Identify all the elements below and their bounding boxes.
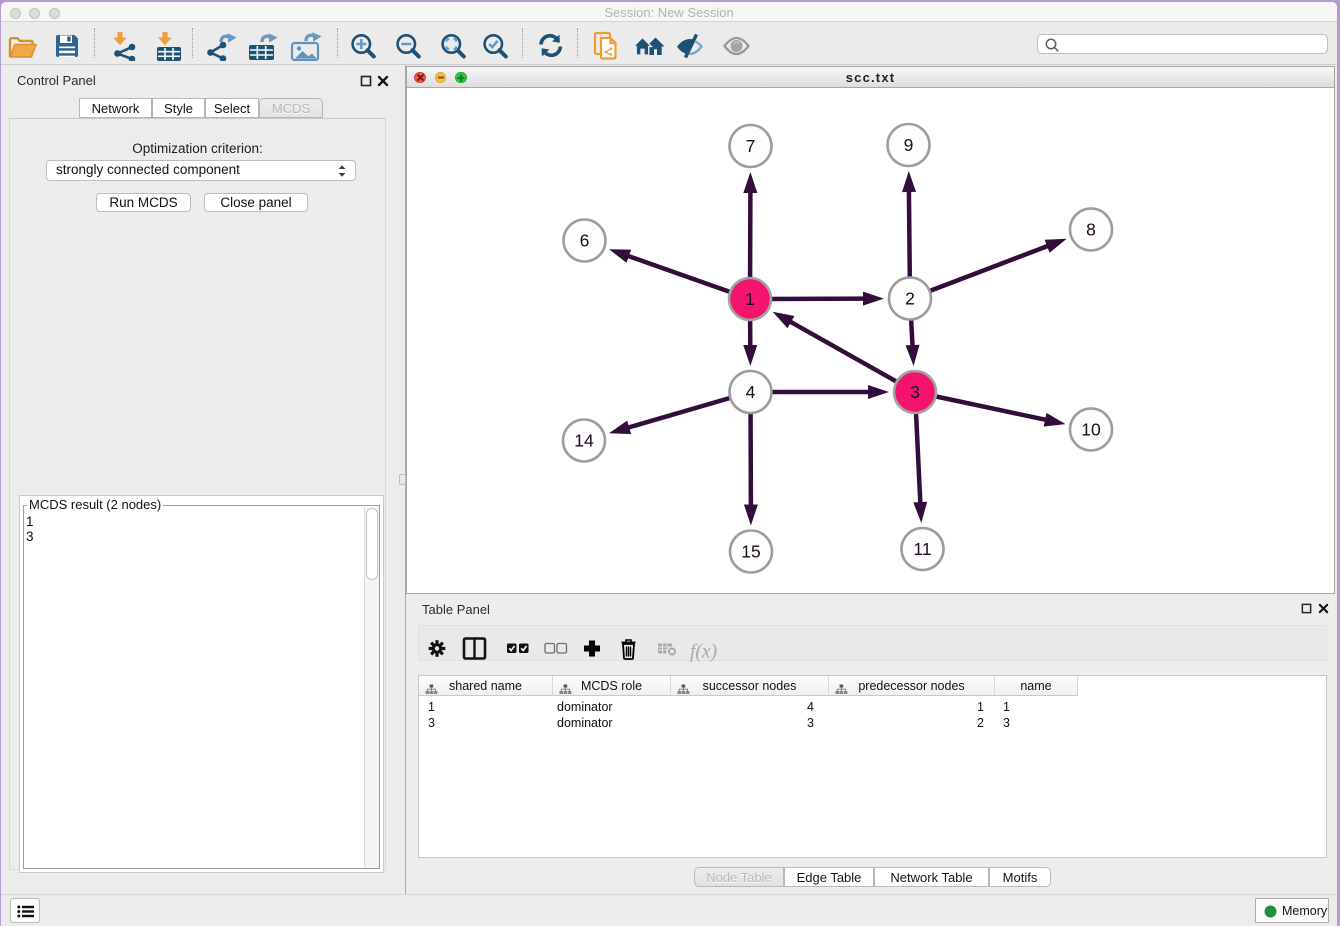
svg-text:f(x): f(x) bbox=[690, 642, 717, 663]
svg-text:9: 9 bbox=[904, 135, 914, 155]
svg-text:15: 15 bbox=[741, 542, 760, 562]
svg-text:4: 4 bbox=[746, 382, 756, 402]
svg-text:6: 6 bbox=[580, 231, 590, 251]
svg-text:14: 14 bbox=[574, 431, 594, 451]
svg-text:1: 1 bbox=[745, 289, 755, 309]
svg-text:10: 10 bbox=[1081, 420, 1101, 440]
svg-text:7: 7 bbox=[746, 136, 756, 156]
svg-text:8: 8 bbox=[1086, 220, 1096, 240]
svg-text:3: 3 bbox=[910, 382, 920, 402]
svg-text:2: 2 bbox=[905, 289, 915, 309]
svg-text:11: 11 bbox=[913, 539, 931, 559]
